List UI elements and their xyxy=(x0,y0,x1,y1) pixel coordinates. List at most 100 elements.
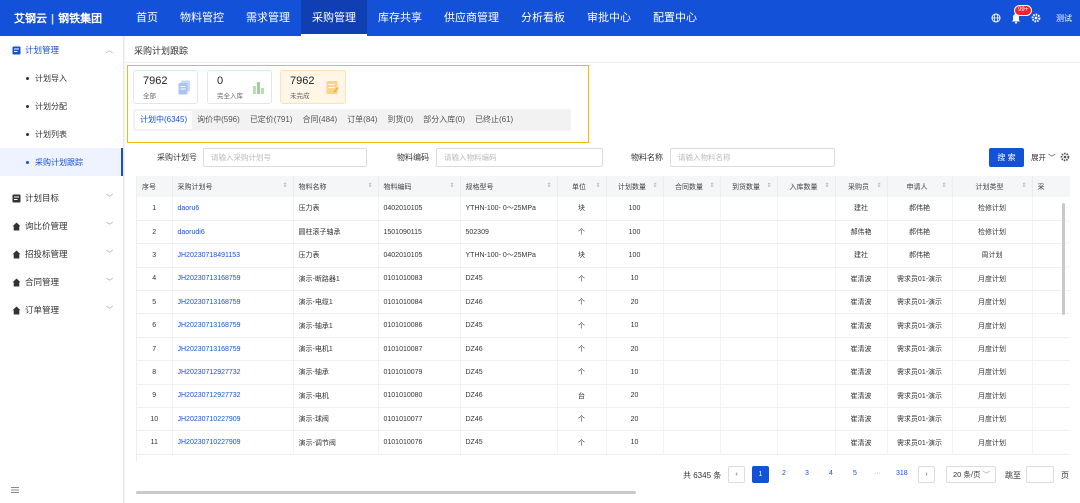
page-number[interactable]: 5 xyxy=(853,470,857,477)
sidebar-group-contract[interactable]: 合同管理 ﹀ xyxy=(0,268,123,296)
horizontal-scrollbar[interactable] xyxy=(136,491,636,494)
collapse-sidebar-icon[interactable] xyxy=(10,485,20,495)
sidebar: 计划管理 ︿ 计划导入 计划分配 计划列表 采购计划跟踪 计划目标 ﹀ 询比价管… xyxy=(0,36,124,503)
page-number[interactable]: 1 xyxy=(752,466,769,483)
table-row[interactable]: 10 JH20230710227909 演示-球阀 0101010077 DZ46 个 20… xyxy=(137,407,1070,432)
material-code-input[interactable]: 请输入物料编码 xyxy=(436,148,603,167)
bell-icon[interactable]: 99+ xyxy=(1010,4,1033,24)
col-header-stored-qty[interactable]: 入库数量 ⇕ xyxy=(777,176,836,197)
sort-icon: ⇕ xyxy=(449,182,455,189)
table-row[interactable]: 8 JH20230712927732 演示-轴承 0101010079 DZ45 个 10 崔… xyxy=(137,360,1070,385)
stat-card-unfinished[interactable]: 7962 未完成 xyxy=(280,70,346,104)
stat-card-fully-stored[interactable]: 0 完全入库 xyxy=(207,70,272,104)
col-header-plan-type[interactable]: 计划类型 ⇕ xyxy=(952,176,1033,197)
cell-unit: 个 xyxy=(557,337,607,362)
globe-icon[interactable] xyxy=(990,13,1001,24)
nav-analytics[interactable]: 分析看板 xyxy=(510,0,576,36)
material-name-input[interactable]: 请输入物料名称 xyxy=(670,148,835,167)
expand-toggle[interactable]: 展开 ﹀ xyxy=(1031,152,1056,163)
cell-plan-no[interactable]: JH20230713168759 xyxy=(172,290,294,315)
col-header-plan-no[interactable]: 采购计划号 ⇕ xyxy=(172,176,294,197)
vertical-scrollbar[interactable] xyxy=(1062,203,1065,315)
col-header-unit[interactable]: 单位 ⇕ xyxy=(557,176,607,197)
settings-icon[interactable] xyxy=(1060,152,1070,162)
sidebar-group-order[interactable]: 订单管理 ﹀ xyxy=(0,296,123,324)
nav-procurement-mgmt[interactable]: 采购管理 xyxy=(301,0,367,36)
cell-plan-no[interactable]: JH20230710227909 xyxy=(172,430,294,455)
tab-partial-stored[interactable]: 部分入库(0) xyxy=(418,111,470,129)
nav-config-center[interactable]: 配置中心 xyxy=(642,0,708,36)
plan-no-input[interactable]: 请输入采购计划号 xyxy=(203,148,367,167)
cell-plan-no[interactable]: JH20230712927732 xyxy=(172,360,294,385)
col-header-contract-qty[interactable]: 合同数量 ⇕ xyxy=(663,176,721,197)
table-row[interactable]: 7 JH20230713168759 演示-电机1 0101010087 DZ46 个 20… xyxy=(137,337,1070,362)
table-row[interactable]: 5 JH20230713168759 演示-电缆1 0101010084 DZ46 个 20… xyxy=(137,290,1070,315)
brand-logo[interactable]: 艾钢云 | 钢铁集团 xyxy=(0,10,125,26)
cell-plan-no[interactable]: JH20230718491153 xyxy=(172,243,294,268)
tab-planning[interactable]: 计划中(6345) xyxy=(135,111,193,129)
table-row[interactable]: 4 JH20230713168759 演示-断路器1 0101010083 DZ45 个 1… xyxy=(137,267,1070,292)
search-button[interactable]: 搜 索 xyxy=(989,148,1024,167)
table-row[interactable]: 1 daoru6 压力表 0402010105 YTHN-100- 0～25MPa 块 10… xyxy=(137,197,1070,221)
sidebar-group-plan-mgmt[interactable]: 计划管理 ︿ xyxy=(0,36,123,64)
nav-approval-center[interactable]: 审批中心 xyxy=(576,0,642,36)
cell-plan-no[interactable]: JH20230710227909 xyxy=(172,407,294,432)
table-row[interactable]: 9 JH20230712927732 演示-电机 0101010080 DZ46 台 20 崔… xyxy=(137,384,1070,409)
sort-icon: ⇕ xyxy=(367,182,373,189)
cell-plan-no[interactable]: JH20230713168759 xyxy=(172,337,294,362)
table-row[interactable]: 11 JH20230710227909 演示-调节阀 0101010076 DZ45 个 1… xyxy=(137,430,1070,455)
nav-material-control[interactable]: 物料管控 xyxy=(169,0,235,36)
table-row[interactable]: 3 JH20230718491153 压力表 0402010105 YTHN-100- … xyxy=(137,243,1070,268)
chevron-up-icon: ︿ xyxy=(106,47,113,54)
cell-plan-no[interactable]: JH20230713168759 xyxy=(172,313,294,338)
page-number[interactable]: 4 xyxy=(829,470,833,477)
user-name[interactable]: 测试 xyxy=(1056,13,1072,24)
tab-order[interactable]: 订单(84) xyxy=(342,111,382,129)
col-header-buyer[interactable]: 采购员 ⇕ xyxy=(835,176,888,197)
nav-home[interactable]: 首页 xyxy=(125,0,169,36)
cell-unit: 个 xyxy=(557,360,607,385)
sidebar-group-bidding[interactable]: 招投标管理 ﹀ xyxy=(0,240,123,268)
ellipsis[interactable]: ··· xyxy=(874,470,881,477)
col-header-spec[interactable]: 规格型号 ⇕ xyxy=(460,176,558,197)
col-header-applicant[interactable]: 申请人 ⇕ xyxy=(887,176,953,197)
sidebar-item-plan-assign[interactable]: 计划分配 xyxy=(0,92,123,120)
cell-plan-no[interactable]: JH20230713168759 xyxy=(172,267,294,292)
tab-contract[interactable]: 合同(484) xyxy=(298,111,343,129)
tab-priced[interactable]: 已定价(791) xyxy=(245,111,298,129)
table-row[interactable]: 6 JH20230713168759 演示-轴承1 0101010086 DZ45 个 10… xyxy=(137,313,1070,338)
col-header-material-code[interactable]: 物料编码 ⇕ xyxy=(378,176,461,197)
sidebar-group-inquiry[interactable]: 询比价管理 ﹀ xyxy=(0,212,123,240)
table-row[interactable]: 2 daorudi6 圆柱滚子轴承 1501090115 502309 个 100 郝伟艳 郝伟… xyxy=(137,220,1070,245)
tab-terminated[interactable]: 已终止(61) xyxy=(470,111,518,129)
cell-buyer: 崔清波 xyxy=(835,267,888,292)
status-tabs: 计划中(6345) 询价中(596) 已定价(791) 合同(484) 订单(8… xyxy=(133,109,571,131)
nav-demand-mgmt[interactable]: 需求管理 xyxy=(235,0,301,36)
sidebar-group-plan-target[interactable]: 计划目标 ﹀ xyxy=(0,184,123,212)
col-header-plan-qty[interactable]: 计划数量 ⇕ xyxy=(606,176,664,197)
sidebar-item-plan-list[interactable]: 计划列表 xyxy=(0,120,123,148)
prev-page-button[interactable]: ‹ xyxy=(728,466,745,483)
nav-supplier-mgmt[interactable]: 供应商管理 xyxy=(433,0,510,36)
page-size-select[interactable]: 20 条/页 ﹀ xyxy=(946,466,996,483)
page-number[interactable]: 2 xyxy=(782,470,786,477)
nav-inventory-share[interactable]: 库存共享 xyxy=(367,0,433,36)
jump-page-input[interactable] xyxy=(1026,466,1054,483)
next-page-button[interactable]: › xyxy=(918,466,935,483)
cell-plan-no[interactable]: daorudi6 xyxy=(172,220,294,245)
cell-plan-no[interactable]: JH20230712927732 xyxy=(172,384,294,409)
sidebar-item-plan-import[interactable]: 计划导入 xyxy=(0,64,123,92)
page-number[interactable]: 3 xyxy=(805,470,809,477)
gear-icon[interactable] xyxy=(1030,13,1041,24)
tab-inquiring[interactable]: 询价中(596) xyxy=(192,111,245,129)
cell-arrival-qty xyxy=(720,360,778,385)
stat-card-all[interactable]: 7962 全部 xyxy=(133,70,198,104)
sidebar-item-plan-tracking[interactable]: 采购计划跟踪 xyxy=(0,148,123,176)
cell-plan-no[interactable]: daoru6 xyxy=(172,197,294,221)
tab-arrived[interactable]: 到货(0) xyxy=(382,111,418,129)
col-header-arrival-qty[interactable]: 到货数量 ⇕ xyxy=(720,176,778,197)
chevron-down-icon: ﹀ xyxy=(106,279,113,286)
col-header-material-name[interactable]: 物料名称 ⇕ xyxy=(293,176,379,197)
cell-spec: DZ45 xyxy=(460,267,558,292)
page-number-last[interactable]: 318 xyxy=(896,470,908,477)
